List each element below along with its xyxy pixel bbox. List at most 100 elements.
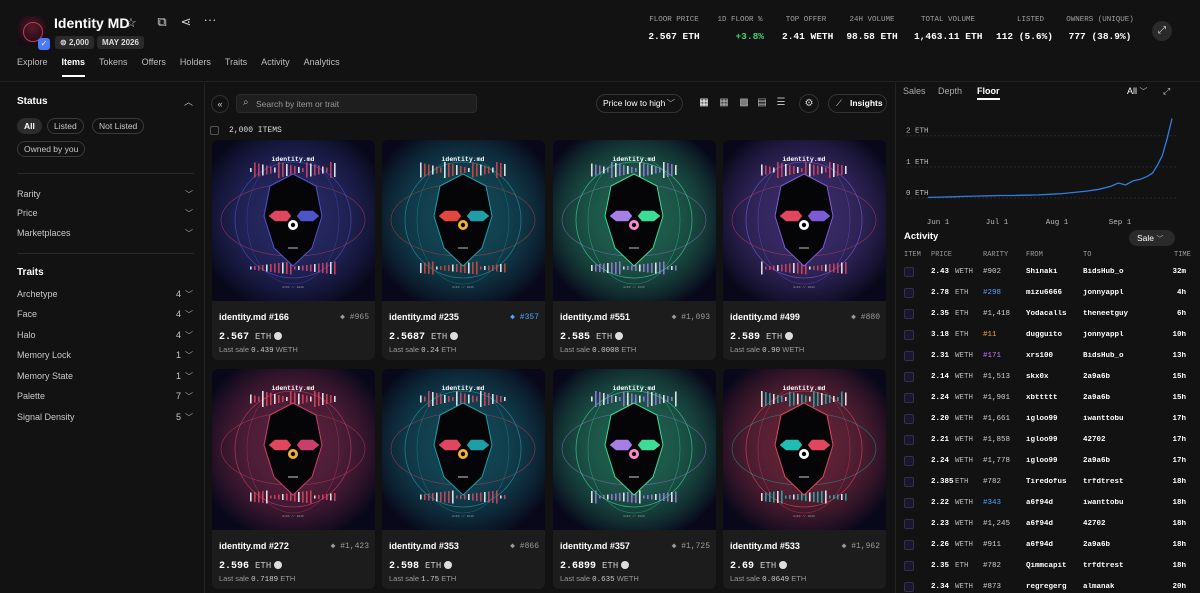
range-dropdown[interactable]: All ﹀ xyxy=(1127,86,1148,97)
tab-sales[interactable]: Sales xyxy=(903,86,926,96)
tab-activity[interactable]: Activity xyxy=(261,57,290,75)
item-thumbnail[interactable] xyxy=(904,561,914,571)
trait-memory-lock[interactable]: Memory Lock 1 ﹀ xyxy=(17,350,193,364)
item-name[interactable]: identity.md #533 xyxy=(730,541,800,551)
item-name[interactable]: identity.md #166 xyxy=(219,312,289,322)
item-artwork[interactable]: identity.md 0xID // 2026 xyxy=(382,140,545,301)
tab-holders[interactable]: Holders xyxy=(180,57,211,75)
item-thumbnail[interactable] xyxy=(904,414,914,424)
from-address[interactable]: Tiredofus xyxy=(1026,478,1078,486)
to-address[interactable]: jonnyappl xyxy=(1083,331,1129,339)
item-thumbnail[interactable] xyxy=(904,498,914,508)
activity-row[interactable]: 2.23 WETH #1,245 a6f94d 42702 18h xyxy=(896,516,1196,537)
grid-small-view-icon[interactable]: ▩ xyxy=(737,96,751,110)
item-name[interactable]: identity.md #272 xyxy=(219,541,289,551)
activity-row[interactable]: 2.385 ETH #782 Tiredofus trfdtrest 18h xyxy=(896,474,1196,495)
item-thumbnail[interactable] xyxy=(904,456,914,466)
from-address[interactable]: Qimmcapit xyxy=(1026,562,1078,570)
item-thumbnail[interactable] xyxy=(904,477,914,487)
from-address[interactable]: a6f94d xyxy=(1026,499,1078,507)
item-thumbnail[interactable] xyxy=(904,393,914,403)
item-card[interactable]: identity.md 0xID // 2026 identity.md #35… xyxy=(553,369,716,589)
activity-row[interactable]: 2.22 WETH #343 a6f94d iwanttobu 18h xyxy=(896,495,1196,516)
from-address[interactable]: mizu6666 xyxy=(1026,289,1078,297)
item-artwork[interactable]: identity.md 0xID // 2026 xyxy=(723,369,886,530)
from-address[interactable]: igloo99 xyxy=(1026,436,1078,444)
from-address[interactable]: regregerg xyxy=(1026,583,1078,591)
item-name[interactable]: identity.md #551 xyxy=(560,312,630,322)
to-address[interactable]: BidsHub_o xyxy=(1083,268,1129,276)
grid-medium-view-icon[interactable]: ▦ xyxy=(717,96,731,110)
status-chip-not-listed[interactable]: Not Listed xyxy=(92,118,145,134)
activity-row[interactable]: 2.20 WETH #1,661 igloo99 iwanttobu 17h xyxy=(896,411,1196,432)
item-name[interactable]: identity.md #235 xyxy=(389,312,459,322)
item-artwork[interactable]: identity.md 0xID // 2026 xyxy=(553,140,716,301)
item-thumbnail[interactable] xyxy=(904,519,914,529)
filter-rarity[interactable]: Rarity ﹀ xyxy=(17,189,193,203)
activity-row[interactable]: 2.43 WETH #902 Shinaki BidsHub_o 32m xyxy=(896,264,1196,285)
activity-row[interactable]: 2.35 ETH #782 Qimmcapit trfdtrest 18h xyxy=(896,558,1196,579)
item-artwork[interactable]: identity.md 0xID // 2026 xyxy=(723,140,886,301)
item-thumbnail[interactable] xyxy=(904,372,914,382)
activity-row[interactable]: 2.31 WETH #171 xrs100 BidsHub_o 13h xyxy=(896,348,1196,369)
activity-row[interactable]: 2.21 WETH #1,858 igloo99 42702 17h xyxy=(896,432,1196,453)
item-name[interactable]: identity.md #499 xyxy=(730,312,800,322)
from-address[interactable]: Shinaki xyxy=(1026,268,1078,276)
status-filter-title[interactable]: Status xyxy=(17,96,48,107)
status-chip-listed[interactable]: Listed xyxy=(47,118,84,134)
collapse-sidebar-icon[interactable]: « xyxy=(211,95,229,113)
item-thumbnail[interactable] xyxy=(904,540,914,550)
filter-price[interactable]: Price ﹀ xyxy=(17,208,193,222)
to-address[interactable]: almanak xyxy=(1083,583,1129,591)
item-card[interactable]: identity.md 0xID // 2026 identity.md #53… xyxy=(723,369,886,589)
fullscreen-icon[interactable]: ⤢ xyxy=(1152,21,1172,41)
expand-chart-icon[interactable]: ⤢ xyxy=(1163,86,1170,97)
item-artwork[interactable]: identity.md 0xID // 2026 xyxy=(382,369,545,530)
to-address[interactable]: theneetguy xyxy=(1083,310,1129,318)
from-address[interactable]: xrs100 xyxy=(1026,352,1078,360)
item-artwork[interactable]: identity.md 0xID // 2026 xyxy=(212,140,375,301)
activity-row[interactable]: 2.34 WETH #873 regregerg almanak 20h xyxy=(896,579,1196,593)
item-thumbnail[interactable] xyxy=(904,288,914,298)
tab-explore[interactable]: Explore xyxy=(17,57,48,75)
tab-traits[interactable]: Traits xyxy=(225,57,247,75)
trait-face[interactable]: Face 4 ﹀ xyxy=(17,309,193,323)
item-card[interactable]: identity.md 0xID // 2026 identity.md #55… xyxy=(553,140,716,360)
item-thumbnail[interactable] xyxy=(904,330,914,340)
item-card[interactable]: identity.md 0xID // 2026 identity.md #27… xyxy=(212,369,375,589)
activity-row[interactable]: 2.14 WETH #1,513 skx0x 2a9a6b 15h xyxy=(896,369,1196,390)
list-view-icon[interactable]: ▤ xyxy=(755,96,769,110)
activity-row[interactable]: 3.18 ETH #11 dugguito jonnyappl 10h xyxy=(896,327,1196,348)
trait-memory-state[interactable]: Memory State 1 ﹀ xyxy=(17,371,193,385)
filter-marketplaces[interactable]: Marketplaces ﹀ xyxy=(17,228,193,242)
item-name[interactable]: identity.md #353 xyxy=(389,541,459,551)
table-view-icon[interactable]: ☰ xyxy=(774,96,788,110)
from-address[interactable]: skx0x xyxy=(1026,373,1078,381)
tab-items[interactable]: Items xyxy=(61,57,85,77)
tab-floor[interactable]: Floor xyxy=(977,86,1000,100)
item-thumbnail[interactable] xyxy=(904,582,914,592)
to-address[interactable]: 2a9a6b xyxy=(1083,457,1129,465)
item-card[interactable]: identity.md 0xID // 2026 identity.md #16… xyxy=(212,140,375,360)
trait-archetype[interactable]: Archetype 4 ﹀ xyxy=(17,289,193,303)
activity-filter-dropdown[interactable]: Sale ﹀ xyxy=(1129,230,1175,246)
trait-palette[interactable]: Palette 7 ﹀ xyxy=(17,391,193,405)
tab-tokens[interactable]: Tokens xyxy=(99,57,128,75)
status-chip-all[interactable]: All xyxy=(17,118,42,134)
to-address[interactable]: trfdtrest xyxy=(1083,478,1129,486)
to-address[interactable]: 42702 xyxy=(1083,436,1129,444)
select-all-checkbox[interactable] xyxy=(210,126,219,135)
trait-signal-density[interactable]: Signal Density 5 ﹀ xyxy=(17,412,193,426)
sort-dropdown[interactable]: Price low to high ﹀ xyxy=(596,94,683,113)
from-address[interactable]: Yodacalls xyxy=(1026,310,1078,318)
activity-row[interactable]: 2.35 ETH #1,418 Yodacalls theneetguy 6h xyxy=(896,306,1196,327)
from-address[interactable]: a6f94d xyxy=(1026,520,1078,528)
item-card[interactable]: identity.md 0xID // 2026 identity.md #23… xyxy=(382,140,545,360)
item-name[interactable]: identity.md #357 xyxy=(560,541,630,551)
activity-row[interactable]: 2.24 WETH #1,901 xbttttt 2a9a6b 15h xyxy=(896,390,1196,411)
search-input[interactable]: ⌕ Search by item or trait xyxy=(236,94,477,113)
tab-offers[interactable]: Offers xyxy=(142,57,166,75)
trait-halo[interactable]: Halo 4 ﹀ xyxy=(17,330,193,344)
from-address[interactable]: dugguito xyxy=(1026,331,1078,339)
activity-row[interactable]: 2.78 ETH #298 mizu6666 jonnyappl 4h xyxy=(896,285,1196,306)
